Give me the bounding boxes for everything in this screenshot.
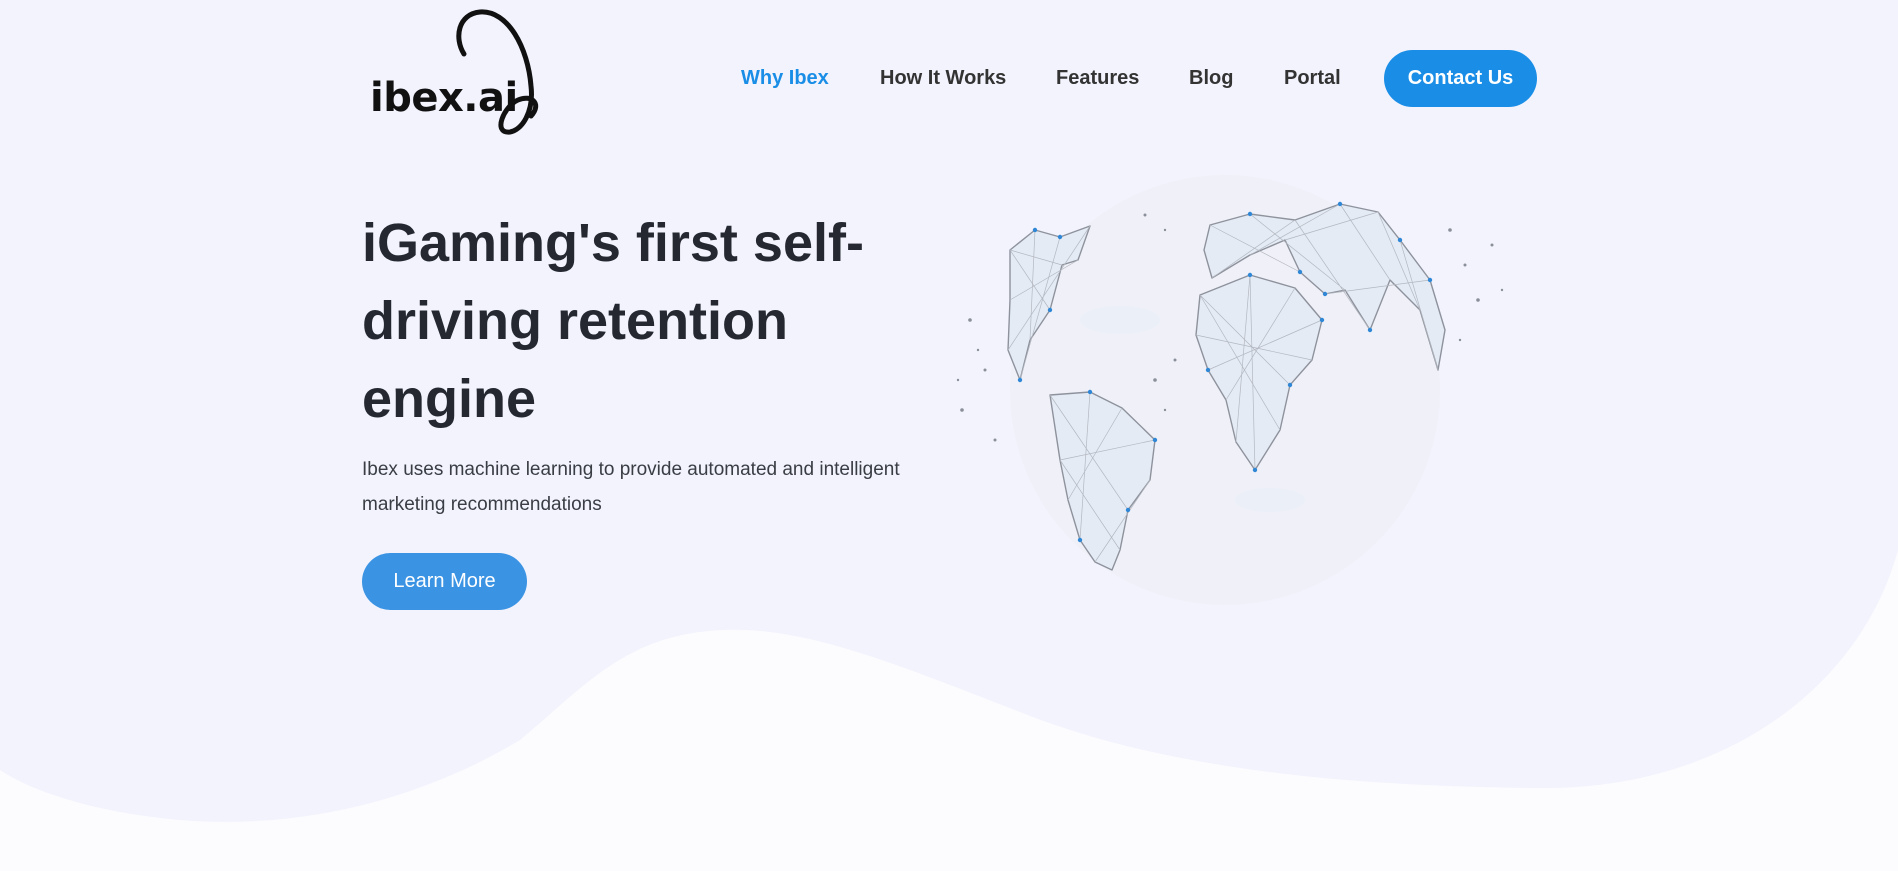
- nav-why-ibex[interactable]: Why Ibex: [741, 66, 829, 90]
- site-header: ibex.ai Why Ibex How It Works Features B…: [0, 0, 1898, 150]
- nav-how-it-works[interactable]: How It Works: [880, 66, 1006, 90]
- brand-logo[interactable]: ibex.ai: [368, 8, 558, 138]
- nav-blog[interactable]: Blog: [1189, 66, 1233, 90]
- nav-features[interactable]: Features: [1056, 66, 1139, 90]
- brand-name: ibex.ai: [370, 75, 518, 121]
- hero-subtitle: Ibex uses machine learning to provide au…: [362, 459, 900, 515]
- learn-more-button[interactable]: Learn More: [362, 553, 527, 610]
- nav-portal[interactable]: Portal: [1284, 66, 1341, 90]
- network-globe-icon: [956, 175, 1504, 605]
- contact-us-button[interactable]: Contact Us: [1384, 50, 1537, 107]
- hero-title: iGaming's first self-driving retention e…: [362, 213, 864, 429]
